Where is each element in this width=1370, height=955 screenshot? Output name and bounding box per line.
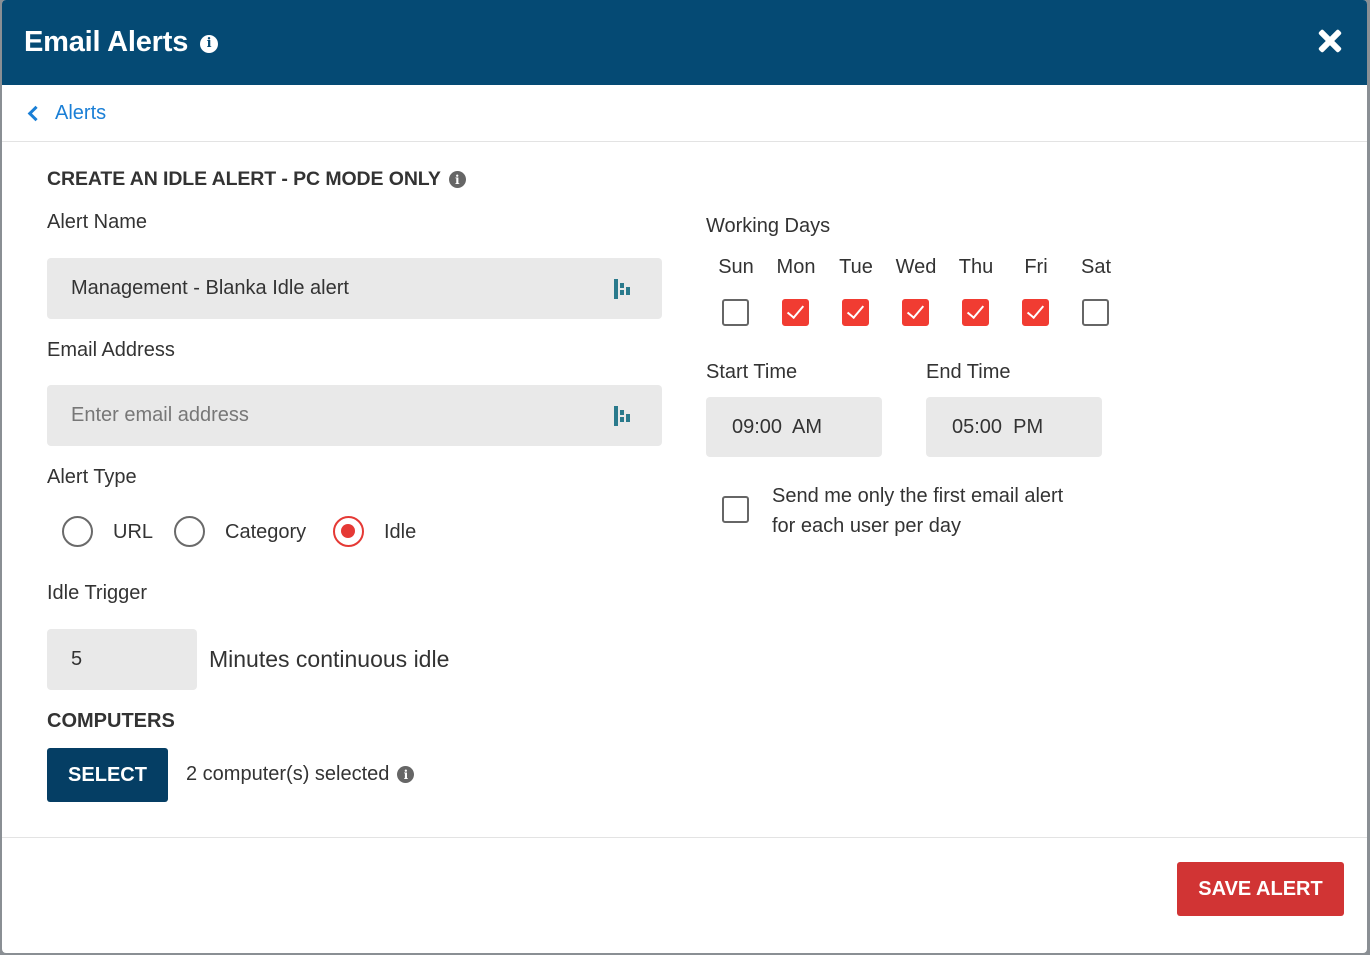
email-address-label: Email Address xyxy=(47,339,175,361)
end-time-value: 05:00 PM xyxy=(952,415,1044,438)
radio-category[interactable] xyxy=(174,516,205,547)
info-icon[interactable]: i xyxy=(448,171,466,188)
email-placeholder: Enter email address xyxy=(71,404,249,426)
alert-name-label: Alert Name xyxy=(47,211,148,233)
breadcrumb: Alerts xyxy=(2,85,1367,142)
dialog-title: Email Alerts xyxy=(24,26,189,58)
section-title: CREATE AN IDLE ALERT - PC MODE ONLY i xyxy=(47,168,466,191)
idle-trigger-suffix: Minutes continuous idle xyxy=(209,646,450,672)
close-icon[interactable] xyxy=(1315,26,1345,56)
radio-url-label: URL xyxy=(113,521,154,543)
computers-selected-status: 2 computer(s) selected i xyxy=(186,763,415,786)
first-alert-line1: Send me only the first email alert xyxy=(772,485,1064,507)
working-days-label: Working Days xyxy=(706,215,831,237)
day-label-fri: Fri xyxy=(1024,256,1048,278)
day-label-wed: Wed xyxy=(895,256,937,278)
idle-trigger-value: 5 xyxy=(71,648,83,670)
first-alert-line2: for each user per day xyxy=(772,515,961,537)
day-label-sun: Sun xyxy=(718,256,754,278)
computers-heading: COMPUTERS xyxy=(47,710,175,732)
info-icon[interactable]: i xyxy=(397,766,415,783)
radio-category-label: Category xyxy=(225,521,307,543)
radio-url[interactable] xyxy=(62,516,93,547)
checkbox-tue[interactable] xyxy=(842,299,869,326)
back-link-label: Alerts xyxy=(55,101,107,124)
autofill-icon xyxy=(614,406,632,426)
info-icon[interactable]: i xyxy=(200,34,219,53)
start-time-value: 09:00 AM xyxy=(732,415,823,438)
computers-status-text: 2 computer(s) selected xyxy=(186,763,390,785)
day-label-thu: Thu xyxy=(958,256,994,278)
end-time-input[interactable]: 05:00 PM xyxy=(926,397,1102,457)
checkbox-thu[interactable] xyxy=(962,299,989,326)
select-computers-button[interactable]: SELECT xyxy=(47,748,168,802)
alert-name-input[interactable]: Management - Blanka Idle alert xyxy=(47,258,662,319)
autofill-icon xyxy=(614,279,632,299)
start-time-label: Start Time xyxy=(706,361,798,383)
checkbox-mon[interactable] xyxy=(782,299,809,326)
alert-name-value: Management - Blanka Idle alert xyxy=(71,277,349,299)
idle-trigger-input[interactable]: 5 xyxy=(47,629,197,690)
footer-divider xyxy=(2,837,1367,838)
start-time-input[interactable]: 09:00 AM xyxy=(706,397,882,457)
checkbox-sat[interactable] xyxy=(1082,299,1109,326)
chevron-left-icon xyxy=(27,105,44,121)
alert-type-label: Alert Type xyxy=(47,466,137,488)
end-time-label: End Time xyxy=(926,361,1011,383)
day-label-mon: Mon xyxy=(776,256,816,278)
checkbox-sun[interactable] xyxy=(722,299,749,326)
radio-idle-label: Idle xyxy=(384,521,417,543)
dialog-header: Email Alerts i xyxy=(2,0,1367,85)
day-label-sat: Sat xyxy=(1080,256,1112,278)
back-to-alerts-link[interactable]: Alerts xyxy=(26,102,106,125)
checkbox-fri[interactable] xyxy=(1022,299,1049,326)
save-alert-button[interactable]: SAVE ALERT xyxy=(1177,862,1344,916)
email-address-input[interactable]: Enter email address xyxy=(47,385,662,446)
idle-trigger-label: Idle Trigger xyxy=(47,582,148,604)
checkbox-wed[interactable] xyxy=(902,299,929,326)
first-alert-checkbox[interactable] xyxy=(722,496,749,523)
day-label-tue: Tue xyxy=(839,256,873,278)
radio-idle[interactable] xyxy=(333,516,364,547)
email-alerts-dialog: Email Alerts i Alerts CREATE AN IDLE ALE… xyxy=(2,0,1367,953)
section-title-text: CREATE AN IDLE ALERT - PC MODE ONLY xyxy=(47,168,441,190)
